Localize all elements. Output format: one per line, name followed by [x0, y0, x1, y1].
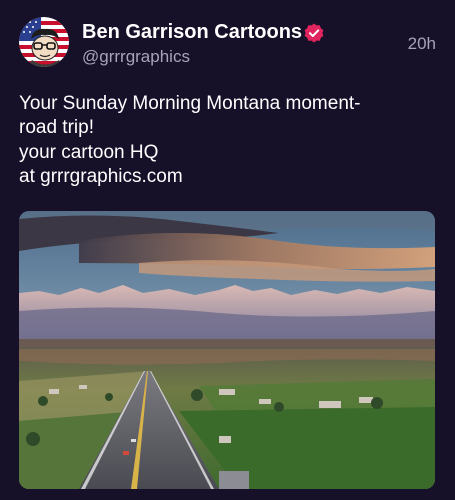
- post-text-line: your cartoon HQ: [19, 141, 159, 163]
- author-name[interactable]: Ben Garrison Cartoons: [82, 21, 302, 44]
- avatar-image: [19, 17, 69, 67]
- post-timestamp[interactable]: 20h: [408, 34, 436, 54]
- post-card[interactable]: Ben Garrison Cartoons @grrrgraphics 20h …: [0, 0, 455, 500]
- post-text-line: road trip!: [19, 117, 94, 139]
- post-text-line: Your Sunday Morning Montana moment-: [19, 93, 361, 114]
- post-photo[interactable]: [19, 211, 435, 489]
- verified-badge-icon: [303, 22, 325, 44]
- montana-road-landscape-image: [19, 211, 435, 489]
- post-text-line: at grrrgraphics.com: [19, 165, 183, 187]
- post-text: Your Sunday Morning Montana moment- road…: [19, 92, 439, 189]
- author-handle[interactable]: @grrrgraphics: [82, 47, 190, 67]
- avatar[interactable]: [19, 17, 69, 67]
